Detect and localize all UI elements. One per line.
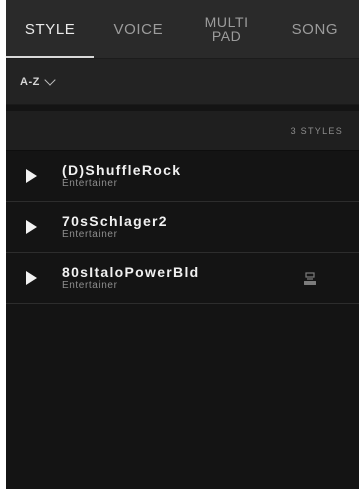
storage-drive-icon — [304, 272, 316, 285]
style-list: (D)ShuffleRock Entertainer 70sSchlager2 … — [6, 151, 359, 304]
list-item[interactable]: 80sItaloPowerBld Entertainer — [6, 253, 359, 304]
style-category: Entertainer — [62, 178, 118, 189]
sort-dropdown[interactable]: A-Z — [20, 73, 56, 88]
chevron-down-icon — [44, 73, 56, 86]
tab-bar: STYLE VOICE MULTI PAD SONG — [6, 0, 359, 59]
sort-row: A-Z — [6, 59, 359, 105]
tab-style[interactable]: STYLE — [6, 0, 95, 58]
tab-song[interactable]: SONG — [271, 0, 359, 58]
tab-voice[interactable]: VOICE — [94, 0, 182, 58]
tab-multi-pad-label: MULTI PAD — [205, 15, 249, 43]
tab-multi-pad-line2: PAD — [211, 28, 242, 44]
item-texts: 80sItaloPowerBld Entertainer — [62, 264, 200, 292]
style-name: (D)ShuffleRock — [62, 162, 182, 178]
tab-style-label: STYLE — [24, 20, 76, 38]
style-category: Entertainer — [62, 229, 118, 240]
tab-multi-pad-line1: MULTI — [204, 14, 249, 30]
play-icon[interactable] — [26, 220, 37, 234]
count-row: 3 STYLES — [6, 111, 359, 151]
play-icon[interactable] — [26, 271, 37, 285]
style-name: 80sItaloPowerBld — [62, 264, 200, 280]
style-category: Entertainer — [62, 280, 118, 291]
list-item[interactable]: 70sSchlager2 Entertainer — [6, 202, 359, 253]
play-icon[interactable] — [26, 169, 37, 183]
list-item[interactable]: (D)ShuffleRock Entertainer — [6, 151, 359, 202]
style-browser-panel: STYLE VOICE MULTI PAD SONG A-Z 3 STYLES … — [6, 0, 359, 489]
tab-song-label: SONG — [291, 20, 339, 38]
item-texts: 70sSchlager2 Entertainer — [62, 213, 168, 241]
item-texts: (D)ShuffleRock Entertainer — [62, 162, 182, 190]
style-count: 3 STYLES — [290, 125, 343, 136]
style-name: 70sSchlager2 — [62, 213, 168, 229]
tab-multi-pad[interactable]: MULTI PAD — [183, 0, 271, 58]
tab-voice-label: VOICE — [113, 20, 164, 38]
sort-label: A-Z — [20, 75, 40, 88]
